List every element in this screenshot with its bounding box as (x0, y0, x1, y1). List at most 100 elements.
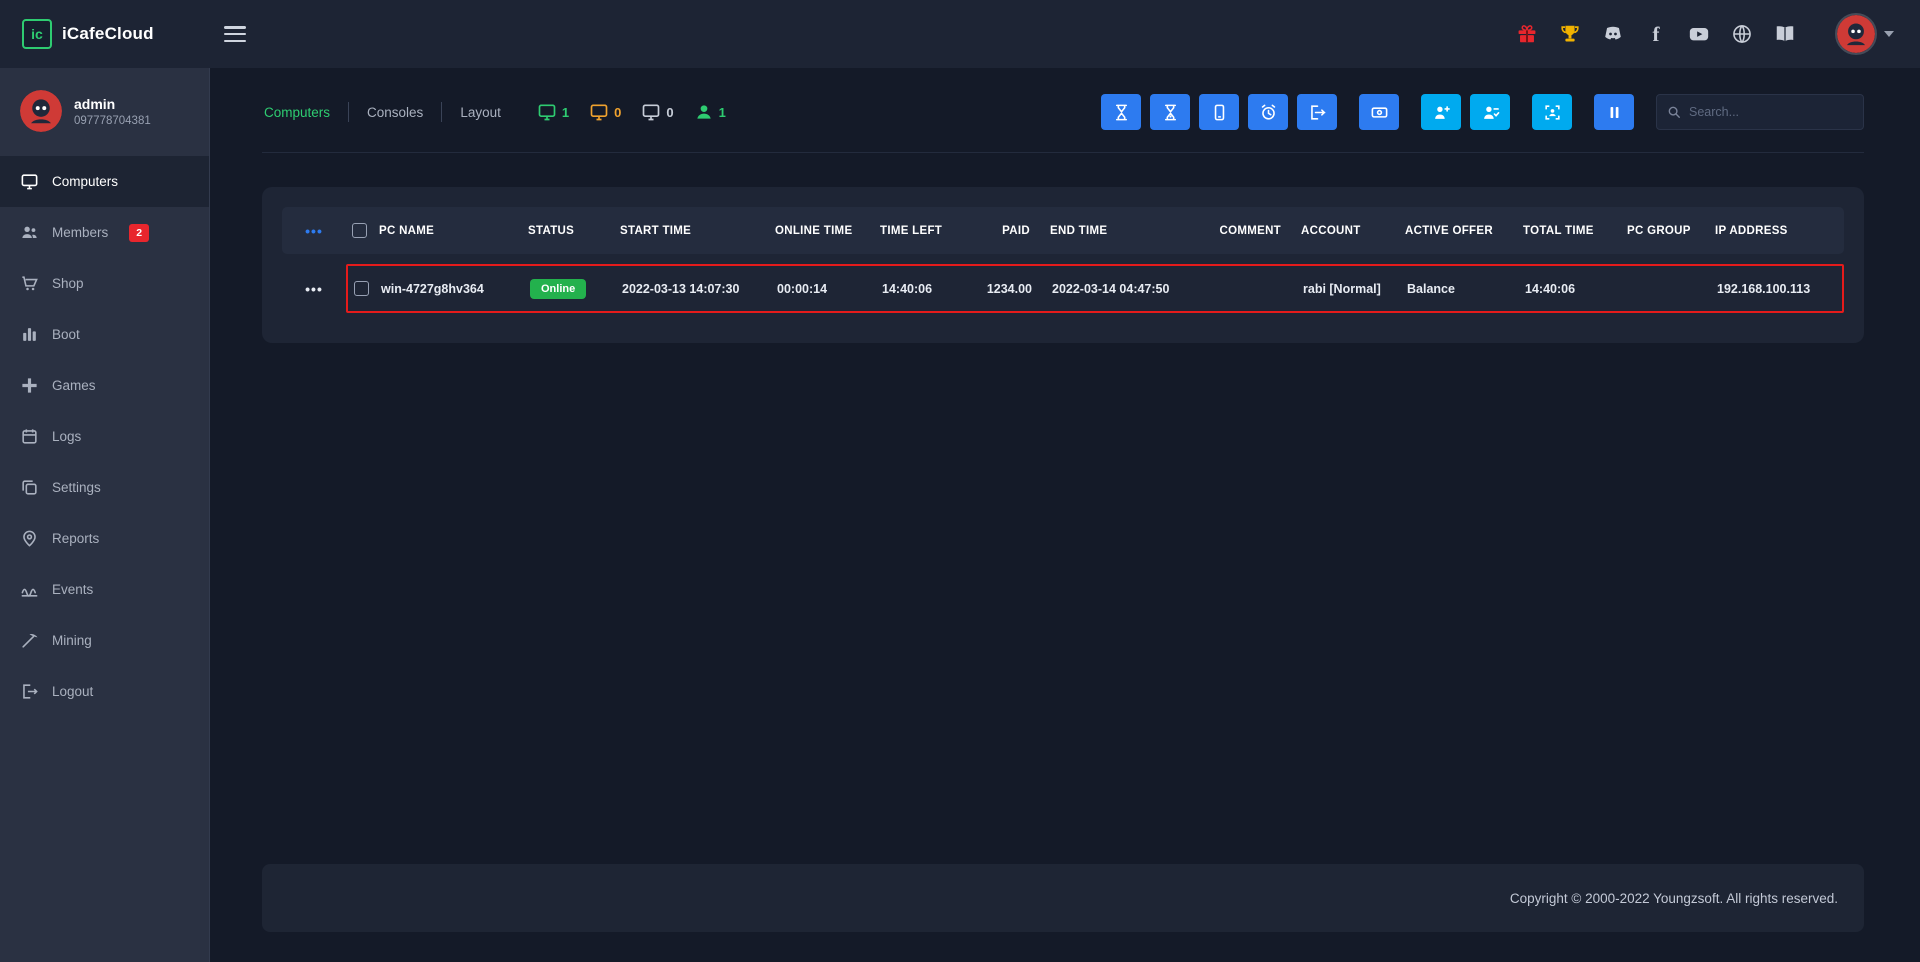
sidebar-item-reports[interactable]: Reports (0, 513, 209, 564)
sidebar: admin 097778704381 Computers Members 2 S… (0, 68, 210, 962)
tab-layout[interactable]: Layout (458, 101, 503, 124)
sidebar-item-members[interactable]: Members 2 (0, 207, 209, 258)
header-pc-name: PC NAME (379, 225, 434, 237)
facebook-icon[interactable]: f (1644, 22, 1668, 46)
sign-out-icon (1308, 103, 1327, 122)
sidebar-item-settings[interactable]: Settings (0, 462, 209, 513)
users-icon (20, 223, 39, 242)
add-member-icon (1432, 103, 1451, 122)
sidebar-item-shop[interactable]: Shop (0, 258, 209, 309)
cell-pc-name: win-4727g8hv364 (381, 282, 484, 296)
checkout-button[interactable] (1297, 94, 1337, 130)
sidebar-item-computers[interactable]: Computers (0, 156, 209, 207)
menu-toggle-icon[interactable] (224, 24, 250, 44)
counter-value: 1 (719, 105, 726, 120)
alarm-icon (1259, 103, 1278, 122)
avatar[interactable] (1835, 13, 1877, 55)
add-guest-button[interactable] (1470, 94, 1510, 130)
header-end-time: END TIME (1036, 207, 1191, 254)
hourglass-button[interactable] (1101, 94, 1141, 130)
sidebar-item-games[interactable]: Games (0, 360, 209, 411)
sidebar-item-logout[interactable]: Logout (0, 666, 209, 717)
header-ip-address: IP ADDRESS (1709, 207, 1844, 254)
sidebar-item-label: Settings (52, 480, 101, 495)
toolbar: Computers Consoles Layout 1 0 0 (262, 94, 1864, 153)
header-pc-group: PC GROUP (1621, 207, 1709, 254)
header-total-time: TOTAL TIME (1517, 207, 1621, 254)
pause-button[interactable] (1594, 94, 1634, 130)
trophy-icon[interactable] (1558, 22, 1582, 46)
sidebar-item-label: Games (52, 378, 96, 393)
column-options[interactable]: ••• (282, 207, 346, 254)
book-icon[interactable] (1773, 22, 1797, 46)
view-tabs: Computers Consoles Layout (262, 101, 503, 124)
table-header-row: ••• PC NAME STATUS START TIME ONLINE TIM… (282, 207, 1844, 254)
globe-icon[interactable] (1730, 22, 1754, 46)
cell-active-offer: Balance (1401, 266, 1519, 311)
header-paid: PAID (974, 207, 1036, 254)
sidebar-item-label: Reports (52, 531, 99, 546)
table-row[interactable]: ••• win-4727g8hv364 Online 2022-03-13 14… (282, 264, 1844, 313)
monitor-icon (20, 172, 39, 191)
account-menu[interactable] (1835, 13, 1894, 55)
counter-value: 0 (614, 105, 621, 120)
timer-button[interactable] (1248, 94, 1288, 130)
search-icon (1667, 105, 1681, 119)
counter-pcs-busy[interactable]: 0 (589, 102, 621, 122)
layers-icon (20, 478, 39, 497)
brand-name: iCafeCloud (62, 24, 154, 44)
more-icon[interactable]: ••• (305, 227, 323, 235)
more-icon[interactable]: ••• (305, 285, 323, 293)
user-icon (694, 102, 714, 122)
sidebar-item-label: Logout (52, 684, 93, 699)
search-box (1656, 94, 1864, 130)
counter-pcs-offline[interactable]: 0 (641, 102, 673, 122)
monitor-icon (589, 102, 609, 122)
sidebar-item-label: Events (52, 582, 93, 597)
copyright-text: Copyright © 2000-2022 Youngzsoft. All ri… (1510, 891, 1838, 906)
counter-pcs-online[interactable]: 1 (537, 102, 569, 122)
topbar: ic iCafeCloud f (0, 0, 1920, 68)
search-input[interactable] (1689, 105, 1853, 119)
add-member-button[interactable] (1421, 94, 1461, 130)
tab-separator (441, 102, 442, 122)
hourglass-alt-button[interactable] (1150, 94, 1190, 130)
header-account: ACCOUNT (1287, 207, 1399, 254)
gift-icon[interactable] (1515, 22, 1539, 46)
status-badge: Online (530, 279, 586, 299)
tab-consoles[interactable]: Consoles (365, 101, 425, 124)
mobile-button[interactable] (1199, 94, 1239, 130)
tab-separator (348, 102, 349, 122)
scan-qr-button[interactable] (1532, 94, 1572, 130)
sidebar-item-logs[interactable]: Logs (0, 411, 209, 462)
counter-value: 1 (562, 105, 569, 120)
discord-icon[interactable] (1601, 22, 1625, 46)
select-all-checkbox[interactable] (352, 223, 367, 238)
chevron-down-icon (1884, 31, 1894, 37)
app-root: ic iCafeCloud f (0, 0, 1920, 962)
sidebar-item-label: Shop (52, 276, 84, 291)
monitor-icon (641, 102, 661, 122)
selected-row-region[interactable]: win-4727g8hv364 Online 2022-03-13 14:07:… (346, 264, 1844, 313)
computers-table-card: ••• PC NAME STATUS START TIME ONLINE TIM… (262, 187, 1864, 343)
cash-button[interactable] (1359, 94, 1399, 130)
header-status: STATUS (522, 207, 614, 254)
counter-value: 0 (666, 105, 673, 120)
logout-icon (20, 682, 39, 701)
sidebar-item-label: Boot (52, 327, 80, 342)
tab-computers[interactable]: Computers (262, 101, 332, 124)
row-checkbox[interactable] (354, 281, 369, 296)
sidebar-item-events[interactable]: Events (0, 564, 209, 615)
sidebar-item-mining[interactable]: Mining (0, 615, 209, 666)
row-options[interactable]: ••• (282, 264, 346, 313)
user-avatar (20, 90, 62, 132)
counter-members-online[interactable]: 1 (694, 102, 726, 122)
cell-account: rabi [Normal] (1289, 266, 1401, 311)
hourglass-icon (1112, 103, 1131, 122)
topbar-icons: f (1515, 22, 1797, 46)
header-active-offer: ACTIVE OFFER (1399, 207, 1517, 254)
user-name: admin (74, 96, 151, 112)
sidebar-user: admin 097778704381 (0, 68, 209, 156)
sidebar-item-boot[interactable]: Boot (0, 309, 209, 360)
youtube-icon[interactable] (1687, 22, 1711, 46)
